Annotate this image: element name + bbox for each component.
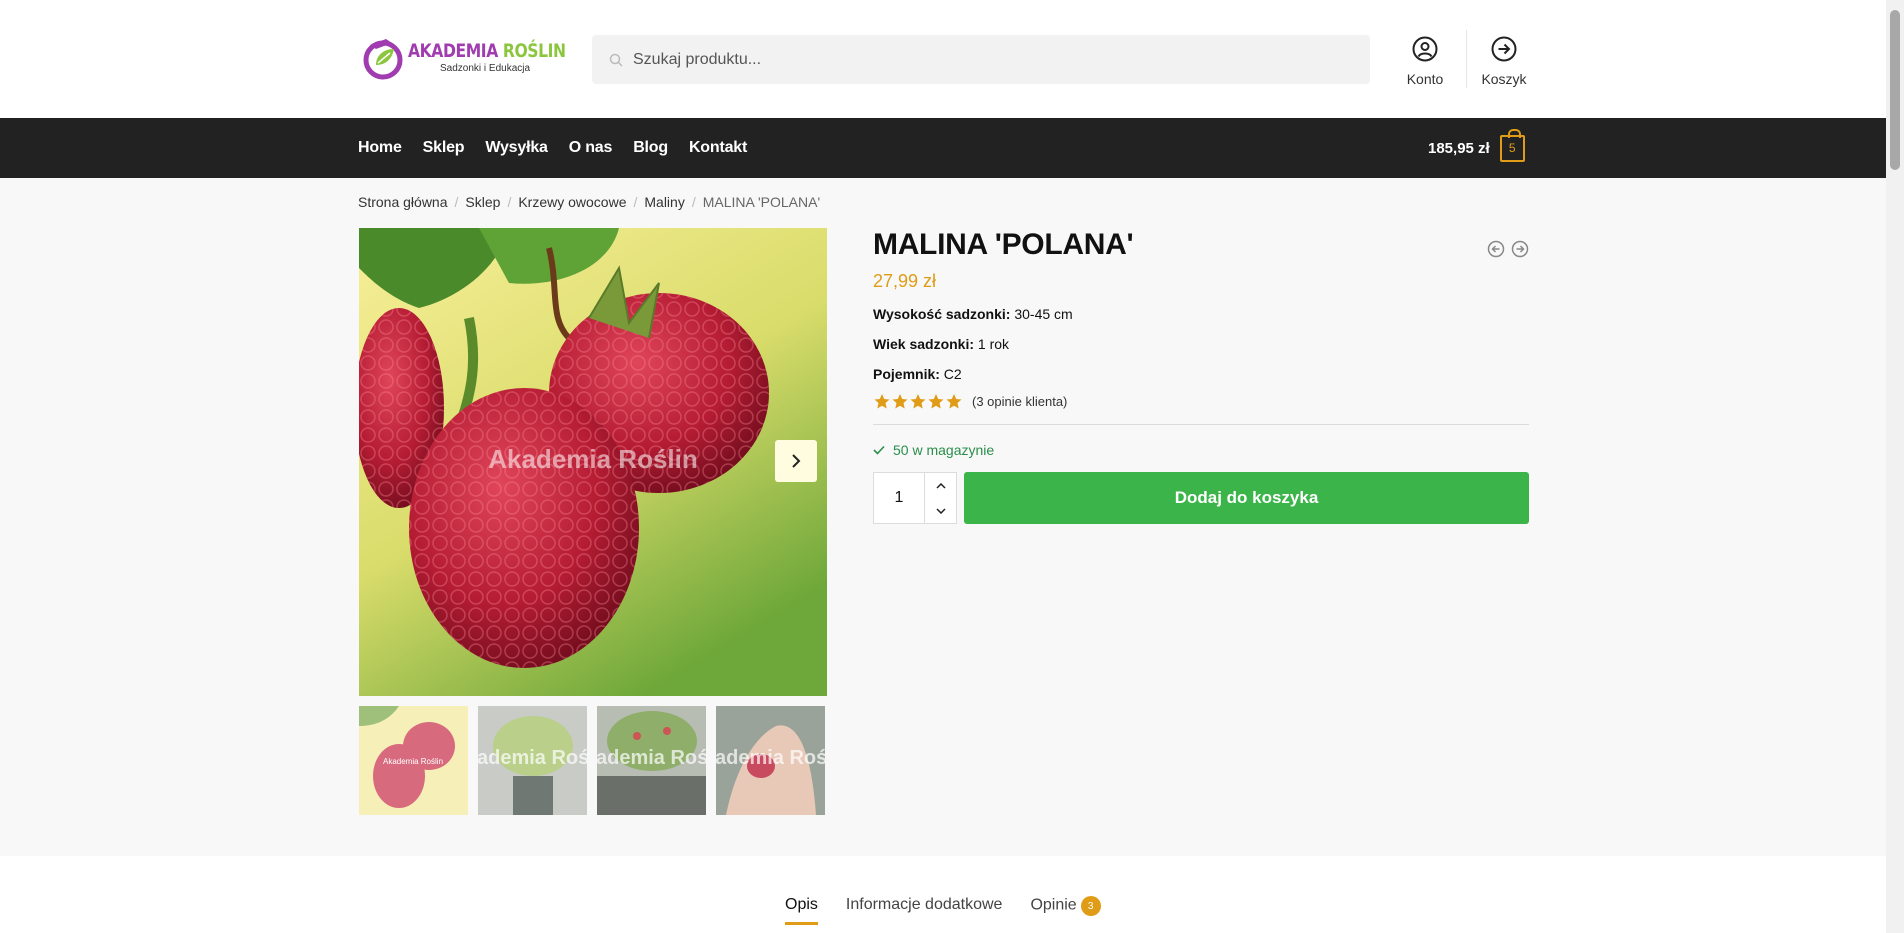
scrollbar-thumb[interactable] (1890, 10, 1900, 170)
site-logo[interactable]: AKADEMIA ROŚLIN Sadzonki i Edukacja (362, 33, 566, 83)
tab-description[interactable]: Opis (785, 896, 818, 926)
cart-total: 185,95 zł (1428, 139, 1490, 157)
gallery-thumbnails: Akademia Roślin Akademia Roślin Akademia… (359, 706, 835, 815)
summary-divider (873, 424, 1529, 425)
arrow-right-circle-icon (1472, 36, 1536, 65)
nav-item-wysylka[interactable]: Wysyłka (485, 139, 548, 157)
thumb-watermark: Akademia Roślin (716, 747, 825, 769)
gallery-thumbnail[interactable]: Akademia Roślin (359, 706, 468, 815)
breadcrumb: Strona główna / Sklep / Krzewy owocowe / Ma… (358, 194, 821, 210)
chevron-right-icon (792, 454, 801, 468)
cart-count-badge: 5 (1499, 128, 1525, 162)
thumb-watermark: Akademia Roślin (597, 747, 706, 769)
gallery-thumbnail[interactable]: Akademia Roślin (597, 706, 706, 815)
nav-item-kontakt[interactable]: Kontakt (689, 139, 747, 157)
gallery-thumbnail[interactable]: Akademia Roślin (478, 706, 587, 815)
tab-reviews[interactable]: Opinie 3 (1030, 896, 1101, 926)
cart-link[interactable]: Koszyk (1472, 36, 1536, 87)
image-watermark: Akademia Roślin (488, 444, 698, 474)
main-navigation: Home Sklep Wysyłka O nas Blog Kontakt 18… (0, 118, 1886, 178)
product-main-image[interactable]: Akademia Roślin (359, 228, 827, 696)
page-scrollbar[interactable] (1886, 0, 1904, 933)
check-icon (873, 445, 885, 455)
product-price: 27,99 zł (873, 271, 937, 291)
quantity-decrease-button[interactable] (925, 498, 956, 523)
breadcrumb-item-home[interactable]: Strona główna (358, 194, 448, 210)
chevron-up-icon (935, 482, 946, 489)
add-to-cart-button[interactable]: Dodaj do koszyka (964, 472, 1529, 524)
quantity-stepper[interactable]: 1 (873, 472, 957, 524)
gallery-next-button[interactable] (775, 440, 817, 482)
search-input[interactable] (633, 50, 1333, 69)
nav-item-o-nas[interactable]: O nas (569, 139, 613, 157)
attribute-height: Wysokość sadzonki: 30-45 cm (873, 306, 1073, 322)
rating-stars (873, 393, 963, 410)
gallery-thumbnail[interactable]: Akademia Roślin (716, 706, 825, 815)
thumb-watermark: Akademia Roślin (383, 757, 443, 766)
breadcrumb-item-subcategory[interactable]: Maliny (644, 194, 684, 210)
reviews-link[interactable]: (3 opinie klienta) (972, 394, 1067, 409)
star-icon (928, 394, 944, 409)
search-icon (609, 53, 623, 72)
tab-additional-info[interactable]: Informacje dodatkowe (846, 896, 1003, 926)
user-icon (1393, 36, 1457, 65)
nav-item-home[interactable]: Home (358, 139, 402, 157)
cart-label: Koszyk (1481, 71, 1527, 87)
star-icon (874, 394, 890, 409)
quantity-input[interactable]: 1 (874, 473, 924, 523)
nav-item-blog[interactable]: Blog (633, 139, 668, 157)
mini-cart[interactable]: 185,95 zł 5 (1428, 128, 1525, 164)
breadcrumb-item-category[interactable]: Krzewy owocowe (518, 194, 626, 210)
product-navigation (1481, 240, 1529, 263)
star-icon (910, 394, 926, 409)
attribute-age: Wiek sadzonki: 1 rok (873, 336, 1010, 352)
previous-product-icon[interactable] (1487, 240, 1505, 263)
nav-item-sklep[interactable]: Sklep (423, 139, 465, 157)
add-to-cart-form: 1 Dodaj do koszyka (873, 472, 1529, 524)
logo-leaf-icon (362, 35, 404, 81)
breadcrumb-item-shop[interactable]: Sklep (465, 194, 500, 210)
product-summary: MALINA 'POLANA' 27,99 zł Wysokość sadzon… (873, 228, 1529, 524)
next-product-icon[interactable] (1511, 240, 1529, 263)
product-rating: (3 opinie klienta) (873, 393, 1529, 410)
header-divider (1466, 30, 1467, 88)
attribute-container: Pojemnik: C2 (873, 366, 962, 382)
star-icon (946, 394, 962, 409)
breadcrumb-current: MALINA 'POLANA' (702, 194, 821, 210)
product-tabs-section: Opis Informacje dodatkowe Opinie 3 (0, 856, 1886, 933)
quantity-increase-button[interactable] (925, 473, 956, 498)
product-tabs: Opis Informacje dodatkowe Opinie 3 (785, 896, 1129, 926)
nav-menu: Home Sklep Wysyłka O nas Blog Kontakt (358, 118, 768, 178)
stock-status: 50 w magazynie (873, 442, 1529, 458)
chevron-down-icon (935, 507, 946, 514)
account-link[interactable]: Konto (1393, 36, 1457, 87)
logo-subtitle: Sadzonki i Edukacja (440, 63, 531, 74)
thumb-watermark: Akademia Roślin (478, 747, 587, 769)
star-icon (892, 394, 908, 409)
reviews-count-badge: 3 (1080, 896, 1101, 916)
product-title: MALINA 'POLANA' (873, 228, 1134, 261)
search-bar (592, 35, 1370, 84)
account-label: Konto (1406, 71, 1444, 87)
site-header: AKADEMIA ROŚLIN Sadzonki i Edukacja Kont… (0, 0, 1886, 118)
logo-title: AKADEMIA ROŚLIN (408, 40, 566, 62)
